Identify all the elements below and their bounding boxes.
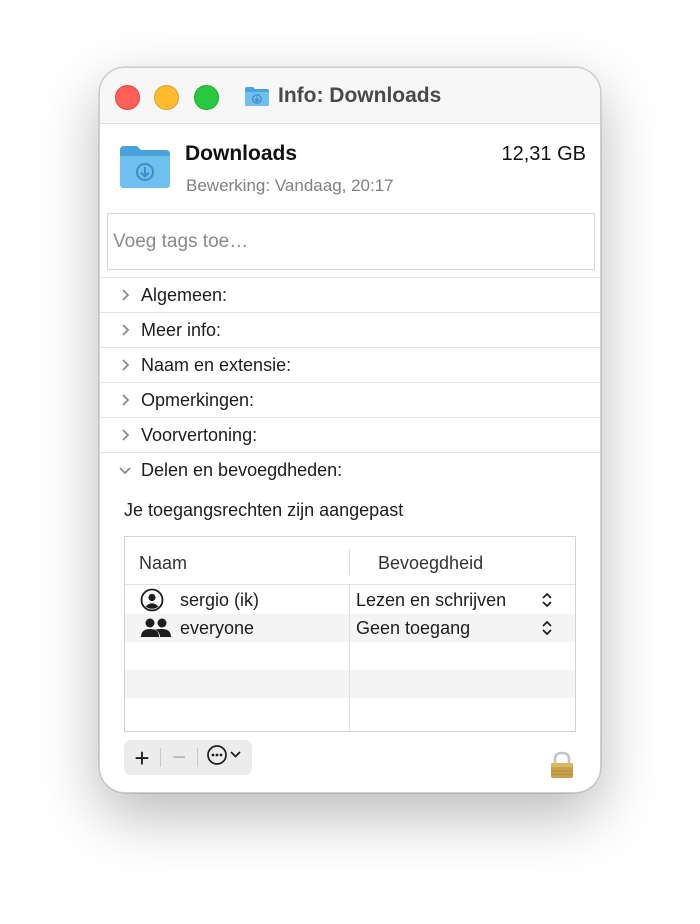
tags-input[interactable]	[107, 213, 595, 270]
section-name-extension[interactable]: Naam en extensie:	[100, 347, 600, 382]
table-empty-row	[125, 698, 575, 726]
section-label: Meer info:	[141, 319, 222, 340]
chevron-right-icon	[118, 393, 132, 407]
minimize-button[interactable]	[154, 85, 179, 110]
window-title-text: Info: Downloads	[278, 84, 442, 107]
plus-icon: +	[134, 742, 150, 773]
action-menu-button[interactable]	[198, 740, 252, 775]
table-row[interactable]: sergio (ik) Lezen en schrijven	[125, 586, 575, 614]
file-name: Downloads	[185, 142, 298, 165]
file-header: Downloads 12,31 GB Bewerking: Vandaag, 2…	[100, 128, 600, 210]
title-bar[interactable]: Info: Downloads	[100, 68, 600, 124]
section-preview[interactable]: Voorvertoning:	[100, 417, 600, 452]
column-divider	[349, 585, 350, 731]
table-empty-row	[125, 670, 575, 698]
chevron-up-down-icon[interactable]	[541, 592, 553, 613]
section-more-info[interactable]: Meer info:	[100, 312, 600, 347]
user-icon	[140, 588, 164, 617]
table-row[interactable]: everyone Geen toegang	[125, 614, 575, 642]
chevron-up-down-icon[interactable]	[541, 620, 553, 641]
section-sharing-permissions[interactable]: Delen en bevoegdheden:	[100, 452, 600, 487]
permission-select[interactable]: Lezen en schrijven	[356, 590, 506, 611]
lock-icon[interactable]	[549, 751, 575, 784]
folder-downloads-icon	[118, 144, 172, 195]
permissions-table: Naam Bevoegdheid sergio (ik) Lezen en sc…	[124, 536, 576, 732]
chevron-right-icon	[118, 323, 132, 337]
column-header-name[interactable]: Naam	[139, 553, 187, 574]
table-header: Naam Bevoegdheid	[125, 537, 575, 585]
section-label: Delen en bevoegdheden:	[141, 459, 343, 480]
minus-icon: −	[171, 743, 186, 771]
section-label: Algemeen:	[141, 284, 228, 305]
chevron-right-icon	[118, 288, 132, 302]
ellipsis-circle-icon	[206, 744, 244, 771]
table-empty-row	[125, 642, 575, 670]
zoom-button[interactable]	[194, 85, 219, 110]
window-title: Info: Downloads	[244, 81, 441, 111]
file-size: 12,31 GB	[501, 143, 586, 165]
section-label: Naam en extensie:	[141, 354, 292, 375]
folder-downloads-icon	[244, 85, 270, 107]
chevron-right-icon	[118, 428, 132, 442]
chevron-down-icon	[118, 466, 132, 475]
group-icon	[140, 616, 172, 645]
modified-info: Bewerking: Vandaag, 20:17	[186, 176, 394, 196]
column-header-permission[interactable]: Bevoegdheid	[378, 553, 483, 574]
permission-select[interactable]: Geen toegang	[356, 618, 470, 639]
user-name: everyone	[180, 618, 255, 638]
remove-user-button[interactable]: −	[161, 740, 197, 775]
info-sections: Algemeen: Meer info: Naam en extensie: O…	[100, 277, 600, 487]
chevron-right-icon	[118, 358, 132, 372]
close-button[interactable]	[115, 85, 140, 110]
permissions-note: Je toegangsrechten zijn aangepast	[124, 500, 404, 520]
info-window: Info: Downloads Downloads 12,31 GB Bewer…	[99, 67, 601, 793]
section-general[interactable]: Algemeen:	[100, 277, 600, 312]
section-label: Opmerkingen:	[141, 389, 255, 410]
permissions-toolbar: + −	[124, 740, 252, 775]
add-user-button[interactable]: +	[124, 740, 160, 775]
column-divider[interactable]	[349, 549, 350, 575]
section-label: Voorvertoning:	[141, 424, 258, 445]
section-comments[interactable]: Opmerkingen:	[100, 382, 600, 417]
modified-value: Vandaag, 20:17	[274, 176, 394, 195]
user-name: sergio (ik)	[180, 590, 260, 610]
modified-label: Bewerking:	[186, 176, 271, 195]
